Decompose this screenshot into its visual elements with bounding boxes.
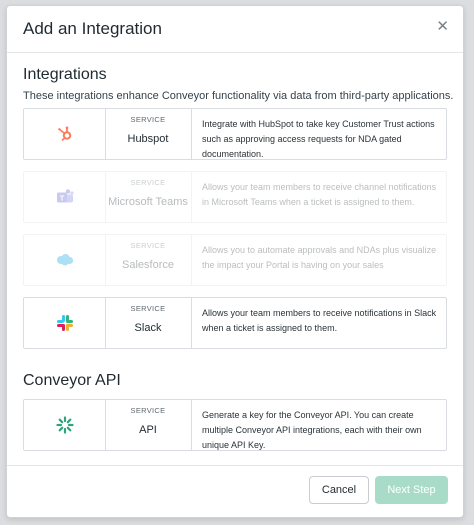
service-name: API — [139, 424, 157, 436]
integration-icon-cell — [24, 400, 106, 450]
cancel-button[interactable]: Cancel — [309, 476, 369, 504]
service-label: SERVICE — [130, 241, 166, 250]
next-step-button[interactable]: Next Step — [375, 476, 448, 504]
service-label: SERVICE — [130, 178, 166, 187]
integration-icon-cell — [24, 235, 106, 285]
modal-header: Add an Integration ✕ — [7, 6, 463, 53]
close-icon[interactable]: ✕ — [436, 18, 449, 36]
modal-body: Integrations These integrations enhance … — [7, 53, 463, 467]
integration-description: Allows your team members to receive noti… — [202, 308, 437, 333]
service-name: Hubspot — [127, 133, 169, 145]
integrations-section-description: These integrations enhance Conveyor func… — [23, 90, 454, 102]
integration-service-cell: SERVICE Salesforce — [105, 235, 192, 285]
integration-service-cell: SERVICE Microsoft Teams — [105, 172, 192, 222]
integration-description: Allows your team members to receive chan… — [202, 182, 437, 207]
integration-icon-cell — [24, 298, 106, 348]
service-label: SERVICE — [130, 115, 166, 124]
modal-footer: Cancel Next Step — [7, 465, 463, 517]
service-label: SERVICE — [130, 406, 166, 415]
slack-icon — [56, 315, 73, 331]
integration-row-salesforce: SERVICE Salesforce Allows you to automat… — [23, 234, 447, 286]
salesforce-icon — [56, 254, 73, 266]
integration-icon-cell: T — [24, 172, 106, 222]
modal-title: Add an Integration — [23, 19, 162, 38]
integration-description: Allows you to automate approvals and NDA… — [202, 245, 437, 270]
service-name: Salesforce — [122, 259, 174, 271]
service-label: SERVICE — [130, 304, 166, 313]
integration-description: Generate a key for the Conveyor API. You… — [202, 410, 422, 450]
integration-description: Integrate with HubSpot to take key Custo… — [202, 119, 435, 159]
service-name: Microsoft Teams — [108, 196, 188, 208]
integration-service-cell: SERVICE Slack — [105, 298, 192, 348]
microsoft-teams-icon: T — [56, 189, 74, 203]
integration-row-api[interactable]: SERVICE API Generate a key for the Conve… — [23, 399, 447, 451]
integration-row-hubspot[interactable]: SERVICE Hubspot Integrate with HubSpot t… — [23, 108, 447, 160]
add-integration-modal: Add an Integration ✕ Integrations These … — [6, 5, 464, 518]
integration-service-cell: SERVICE Hubspot — [105, 109, 192, 159]
svg-text:T: T — [59, 196, 64, 203]
service-name: Slack — [134, 322, 162, 334]
integration-icon-cell — [24, 109, 106, 159]
integration-row-microsoft-teams: T SERVICE Microsoft Teams Allows your te… — [23, 171, 447, 223]
integrations-section-title: Integrations — [23, 66, 107, 83]
hubspot-icon — [57, 126, 71, 142]
api-section-title: Conveyor API — [23, 372, 121, 389]
integration-row-slack[interactable]: SERVICE Slack Allows your team members t… — [23, 297, 447, 349]
conveyor-api-icon — [55, 416, 74, 434]
integration-service-cell: SERVICE API — [105, 400, 192, 450]
